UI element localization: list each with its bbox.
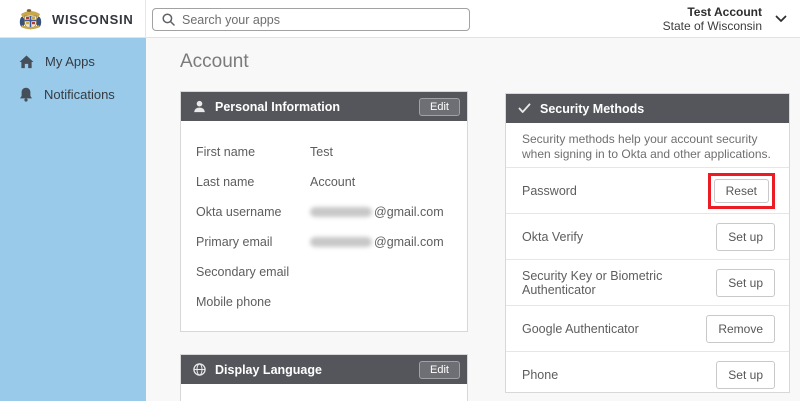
- field-label: Secondary email: [196, 265, 310, 279]
- card-title: Personal Information: [215, 100, 410, 114]
- okta-account-page: WISCONSIN Test Account State of Wisconsi…: [0, 0, 800, 401]
- security-row-label: Security Key or Biometric Authenticator: [522, 269, 716, 297]
- display-language-header: Display Language Edit: [181, 355, 467, 384]
- search-icon: [162, 13, 175, 26]
- display-language-card: Display Language Edit: [180, 354, 468, 401]
- sidebar-item-label: My Apps: [45, 54, 95, 69]
- search-field[interactable]: [182, 13, 460, 27]
- page-title: Account: [180, 51, 249, 73]
- setup-okta-verify-button[interactable]: Set up: [716, 223, 775, 251]
- sidebar-item-label: Notifications: [44, 87, 115, 102]
- user-org: State of Wisconsin: [663, 19, 762, 33]
- field-value: Account: [310, 175, 355, 189]
- brand-area: WISCONSIN: [0, 0, 146, 38]
- chevron-down-icon: [775, 15, 787, 23]
- search-input[interactable]: [152, 8, 470, 31]
- field-okta-username: Okta username @gmail.com: [181, 197, 467, 227]
- globe-icon: [193, 363, 206, 376]
- security-row-google-authenticator: Google Authenticator Remove: [506, 306, 789, 352]
- security-description: Security methods help your account secur…: [506, 123, 789, 168]
- edit-display-language-button[interactable]: Edit: [419, 361, 460, 379]
- field-value: @gmail.com: [310, 235, 444, 249]
- redacted-text: [310, 237, 372, 247]
- field-last-name: Last name Account: [181, 167, 467, 197]
- sidebar-item-notifications[interactable]: Notifications: [0, 78, 146, 111]
- security-row-label: Google Authenticator: [522, 322, 645, 336]
- field-label: Mobile phone: [196, 295, 310, 309]
- card-title: Display Language: [215, 363, 410, 377]
- sidebar-item-my-apps[interactable]: My Apps: [0, 45, 146, 78]
- person-icon: [193, 100, 206, 113]
- bell-icon: [19, 87, 33, 102]
- field-label: Primary email: [196, 235, 310, 249]
- user-menu[interactable]: Test Account State of Wisconsin: [663, 5, 787, 33]
- sidebar: My Apps Notifications: [0, 38, 146, 401]
- security-methods-header: Security Methods: [506, 94, 789, 123]
- user-info: Test Account State of Wisconsin: [663, 5, 762, 33]
- home-icon: [19, 55, 34, 69]
- personal-information-body: First name Test Last name Account Okta u…: [181, 121, 467, 317]
- brand-name: WISCONSIN: [52, 12, 133, 27]
- user-name: Test Account: [687, 5, 762, 19]
- setup-security-key-button[interactable]: Set up: [716, 269, 775, 297]
- setup-phone-button[interactable]: Set up: [716, 361, 775, 389]
- security-row-label: Phone: [522, 368, 564, 382]
- card-title: Security Methods: [540, 102, 782, 116]
- security-row-okta-verify: Okta Verify Set up: [506, 214, 789, 260]
- field-label: First name: [196, 145, 310, 159]
- main-content: Account Personal Information Edit First …: [146, 38, 800, 401]
- check-icon: [518, 103, 531, 114]
- security-row-phone: Phone Set up: [506, 352, 789, 393]
- personal-information-header: Personal Information Edit: [181, 92, 467, 121]
- remove-google-authenticator-button[interactable]: Remove: [706, 315, 775, 343]
- wisconsin-crest-icon: [18, 7, 43, 32]
- top-header: WISCONSIN Test Account State of Wisconsi…: [0, 0, 800, 38]
- field-mobile-phone: Mobile phone: [181, 287, 467, 317]
- security-row-label: Password: [522, 184, 583, 198]
- field-value: @gmail.com: [310, 205, 444, 219]
- field-label: Okta username: [196, 205, 310, 219]
- security-row-label: Okta Verify: [522, 230, 589, 244]
- redacted-text: [310, 207, 372, 217]
- edit-personal-info-button[interactable]: Edit: [419, 98, 460, 116]
- security-row-password: Password Reset: [506, 168, 789, 214]
- field-value: Test: [310, 145, 333, 159]
- security-row-security-key: Security Key or Biometric Authenticator …: [506, 260, 789, 306]
- personal-information-card: Personal Information Edit First name Tes…: [180, 91, 468, 332]
- annotation-red-box: Reset: [708, 173, 775, 209]
- field-secondary-email: Secondary email: [181, 257, 467, 287]
- reset-password-button[interactable]: Reset: [714, 179, 769, 203]
- field-first-name: First name Test: [181, 137, 467, 167]
- security-methods-card: Security Methods Security methods help y…: [505, 93, 790, 393]
- field-primary-email: Primary email @gmail.com: [181, 227, 467, 257]
- field-label: Last name: [196, 175, 310, 189]
